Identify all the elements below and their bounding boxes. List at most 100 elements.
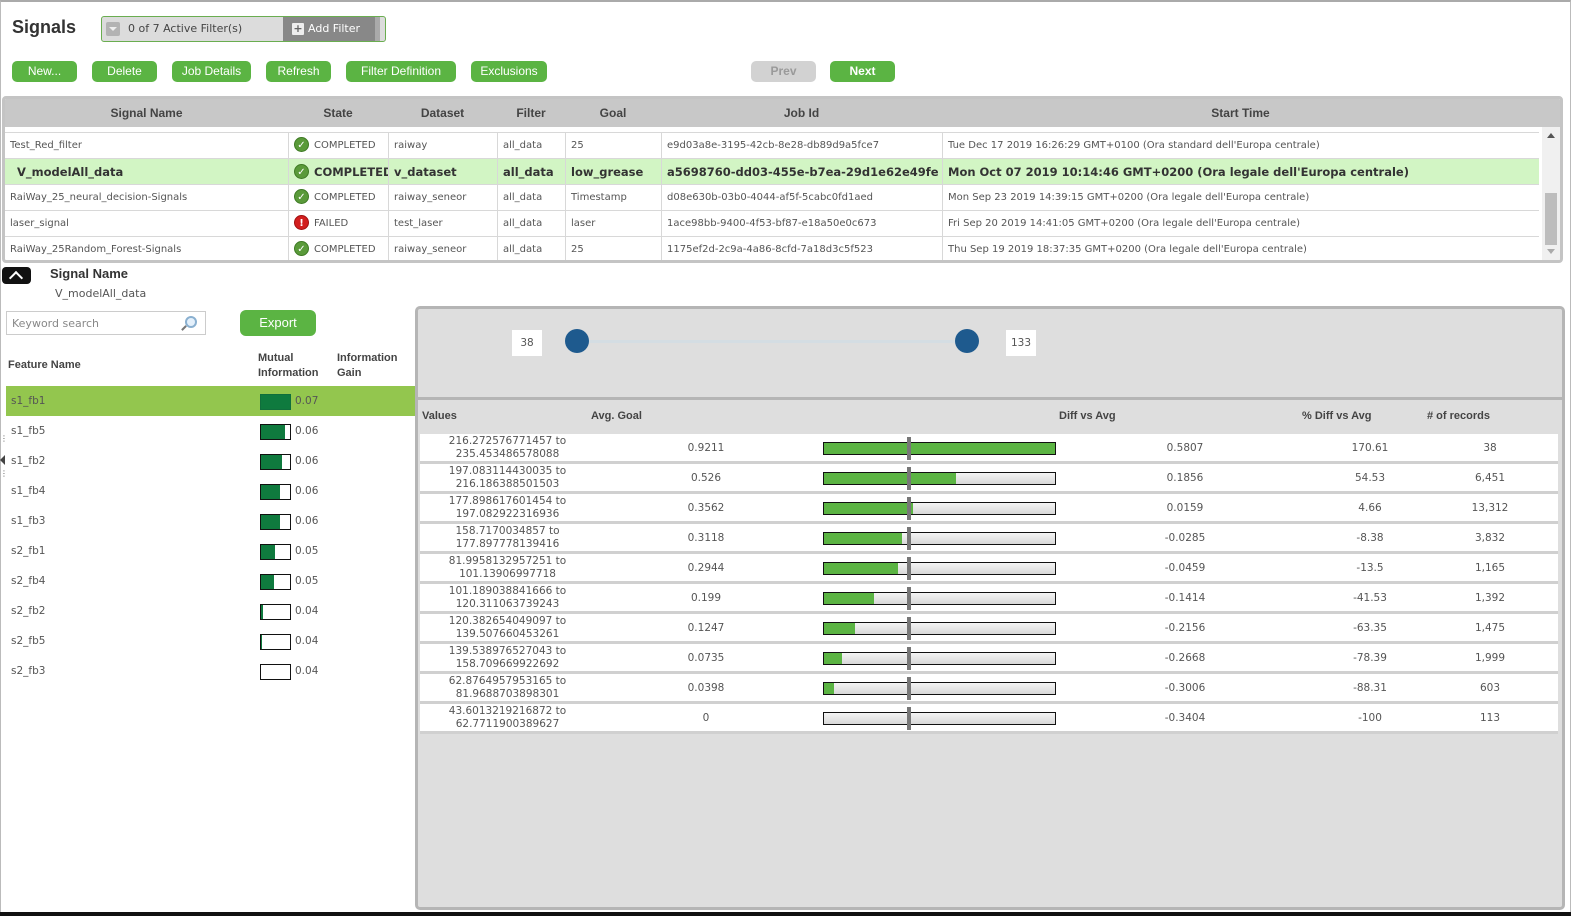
col-state[interactable]: State bbox=[288, 99, 388, 127]
signals-scrollbar[interactable] bbox=[1542, 127, 1560, 260]
prev-button[interactable]: Prev bbox=[751, 61, 816, 82]
col-signal-name[interactable]: Signal Name bbox=[5, 99, 288, 127]
new-button[interactable]: New... bbox=[12, 61, 77, 82]
feature-row[interactable]: s2_fb3 0.04 bbox=[6, 656, 416, 686]
avg-goal-bar bbox=[823, 677, 1056, 700]
result-row[interactable]: 177.898617601454 to 197.082922316936 0.356… bbox=[420, 494, 1558, 524]
job-details-button[interactable]: Job Details bbox=[172, 61, 251, 82]
goal-text: 25 bbox=[571, 244, 584, 255]
avg-goal-bar bbox=[823, 587, 1056, 610]
name-text: RaiWay_25Random_Forest-Signals bbox=[10, 244, 182, 255]
value-range-to: 139.507660453261 bbox=[455, 628, 560, 640]
next-button[interactable]: Next bbox=[830, 61, 895, 82]
signal-row[interactable]: Test_Red_filter ✓ COMPLETED raiway all_data 2… bbox=[5, 133, 1539, 159]
feature-row[interactable]: s1_fb4 0.06 bbox=[6, 476, 416, 506]
filter-definition-button[interactable]: Filter Definition bbox=[346, 61, 456, 82]
feature-row[interactable]: s2_fb1 0.05 bbox=[6, 536, 416, 566]
diff-vs-avg-header[interactable]: Diff vs Avg bbox=[1059, 410, 1116, 422]
cell-filter: all_data bbox=[497, 211, 565, 237]
scroll-down-icon[interactable] bbox=[1547, 249, 1555, 254]
goal-text: low_grease bbox=[571, 165, 644, 179]
cell-goal: Timestamp bbox=[565, 185, 661, 211]
plus-icon: + bbox=[292, 22, 304, 35]
signal-row[interactable]: RaiWay_25_neural_decision-Signals ✓ COMPLE… bbox=[5, 185, 1539, 211]
mutual-information-header[interactable]: Mutual Information bbox=[258, 351, 319, 381]
signal-row[interactable]: laser_signal! FAILED test_laser all_data las… bbox=[5, 211, 1539, 237]
result-row[interactable]: 62.8764957953165 to 81.9688703898301 0.039… bbox=[420, 674, 1558, 704]
avg-goal-value: 0.9211 bbox=[687, 442, 725, 454]
value-range-to: 81.9688703898301 bbox=[455, 688, 560, 700]
information-gain-header[interactable]: Information Gain bbox=[337, 351, 398, 381]
signal-row[interactable]: RaiWay_25Random_Forest-Signals ✓ COMPLETED… bbox=[5, 237, 1539, 260]
name-text: laser_signal bbox=[10, 218, 69, 229]
delete-button[interactable]: Delete bbox=[92, 61, 157, 82]
feature-row[interactable]: s2_fb4 0.05 bbox=[6, 566, 416, 596]
result-row[interactable]: 139.538976527043 to 158.709669922692 0.073… bbox=[420, 644, 1558, 674]
value-range-from: 101.189038841666 to bbox=[448, 585, 567, 597]
avg-goal-header[interactable]: Avg. Goal bbox=[591, 410, 642, 422]
value-range: 158.7170034857 to 177.897778139416 bbox=[420, 525, 595, 551]
start-time-text: Tue Dec 17 2019 16:26:29 GMT+0100 (Ora s… bbox=[948, 140, 1320, 151]
result-row[interactable]: 158.7170034857 to 177.897778139416 0.3118 -… bbox=[420, 524, 1558, 554]
feature-row[interactable]: s1_fb5 0.06 bbox=[6, 416, 416, 446]
feature-name-header[interactable]: Feature Name bbox=[8, 358, 81, 373]
search-icon[interactable] bbox=[185, 316, 197, 328]
values-header[interactable]: Values bbox=[422, 410, 457, 422]
value-range: 81.9958132957251 to 101.13906997718 bbox=[420, 555, 595, 581]
scroll-up-icon[interactable] bbox=[1547, 133, 1555, 138]
record-count: 1,165 bbox=[1474, 562, 1506, 574]
drag-handle-icon[interactable]: ⋮ bbox=[0, 470, 8, 478]
feature-row[interactable]: s2_fb2 0.04 bbox=[6, 596, 416, 626]
mutual-information-bar bbox=[260, 604, 291, 620]
active-filter-count[interactable]: 0 of 7 Active Filter(s) bbox=[128, 17, 283, 41]
value-range-to: 235.453486578088 bbox=[455, 448, 560, 460]
value-range-to: 62.7711900389627 bbox=[455, 718, 560, 730]
pct-diff-vs-avg-header[interactable]: % Diff vs Avg bbox=[1302, 410, 1371, 422]
feature-row[interactable]: s1_fb2 0.06 bbox=[6, 446, 416, 476]
signal-row[interactable]: V_modelAll_data ✓ COMPLETED v_dataset all_da… bbox=[5, 159, 1539, 185]
mutual-information-value: 0.04 bbox=[295, 605, 319, 617]
mutual-information-value: 0.06 bbox=[295, 455, 319, 467]
drag-handle-icon[interactable]: ⋮ bbox=[0, 435, 8, 443]
result-row[interactable]: 43.6013219216872 to 62.7711900389627 0 -0.3… bbox=[420, 704, 1558, 734]
refresh-button[interactable]: Refresh bbox=[266, 61, 331, 82]
scroll-thumb[interactable] bbox=[1545, 193, 1557, 245]
keyword-search-input[interactable] bbox=[7, 312, 177, 335]
exclusions-button[interactable]: Exclusions bbox=[471, 61, 547, 82]
collapse-chevron-up-icon[interactable] bbox=[2, 267, 31, 284]
col-start-time[interactable]: Start Time bbox=[942, 99, 1539, 127]
result-row[interactable]: 101.189038841666 to 120.311063739243 0.199… bbox=[420, 584, 1558, 614]
records-header[interactable]: # of records bbox=[1427, 410, 1490, 422]
job-id-text: d08e630b-03b0-4044-af5f-5cabc0fd1aed bbox=[667, 192, 874, 203]
result-row[interactable]: 197.083114430035 to 216.186388501503 0.526… bbox=[420, 464, 1558, 494]
col-goal[interactable]: Goal bbox=[565, 99, 661, 127]
add-filter-button[interactable]: + Add Filter bbox=[283, 17, 380, 41]
collapse-left-icon[interactable] bbox=[0, 455, 5, 465]
result-row[interactable]: 81.9958132957251 to 101.13906997718 0.2944… bbox=[420, 554, 1558, 584]
value-range: 197.083114430035 to 216.186388501503 bbox=[420, 465, 595, 491]
state-text: COMPLETED bbox=[314, 244, 376, 255]
cell-start-time: Mon Sep 23 2019 14:39:15 GMT+0200 (Ora l… bbox=[942, 185, 1539, 211]
bottom-bar bbox=[0, 912, 1571, 916]
col-filter[interactable]: Filter bbox=[497, 99, 565, 127]
feature-row[interactable]: s2_fb5 0.04 bbox=[6, 626, 416, 656]
diff-vs-avg-value: -0.2668 bbox=[1164, 652, 1206, 664]
feature-row[interactable]: s1_fb3 0.06 bbox=[6, 506, 416, 536]
result-row[interactable]: 216.272576771457 to 235.453486578088 0.921… bbox=[420, 434, 1558, 464]
pct-diff-vs-avg-value: -63.35 bbox=[1353, 622, 1387, 634]
filter-dropdown-icon[interactable] bbox=[106, 22, 120, 36]
cell-state: ✓ COMPLETED bbox=[288, 133, 388, 159]
value-range: 43.6013219216872 to 62.7711900389627 bbox=[420, 705, 595, 731]
record-count: 1,475 bbox=[1474, 622, 1506, 634]
feature-row[interactable]: s1_fb1 0.07 bbox=[6, 386, 416, 416]
range-slider-track[interactable] bbox=[577, 340, 967, 343]
export-button[interactable]: Export bbox=[240, 310, 316, 336]
feature-name: s2_fb1 bbox=[11, 545, 46, 557]
col-dataset[interactable]: Dataset bbox=[388, 99, 497, 127]
range-slider-max-handle[interactable] bbox=[955, 329, 979, 353]
result-row[interactable]: 120.382654049097 to 139.507660453261 0.124… bbox=[420, 614, 1558, 644]
goal-text: laser bbox=[571, 218, 596, 229]
range-slider-min-handle[interactable] bbox=[565, 329, 589, 353]
job-id-text: 1175ef2d-2c9a-4a86-8cfd-7a18d3c5f523 bbox=[667, 244, 873, 255]
col-job-id[interactable]: Job Id bbox=[661, 99, 942, 127]
